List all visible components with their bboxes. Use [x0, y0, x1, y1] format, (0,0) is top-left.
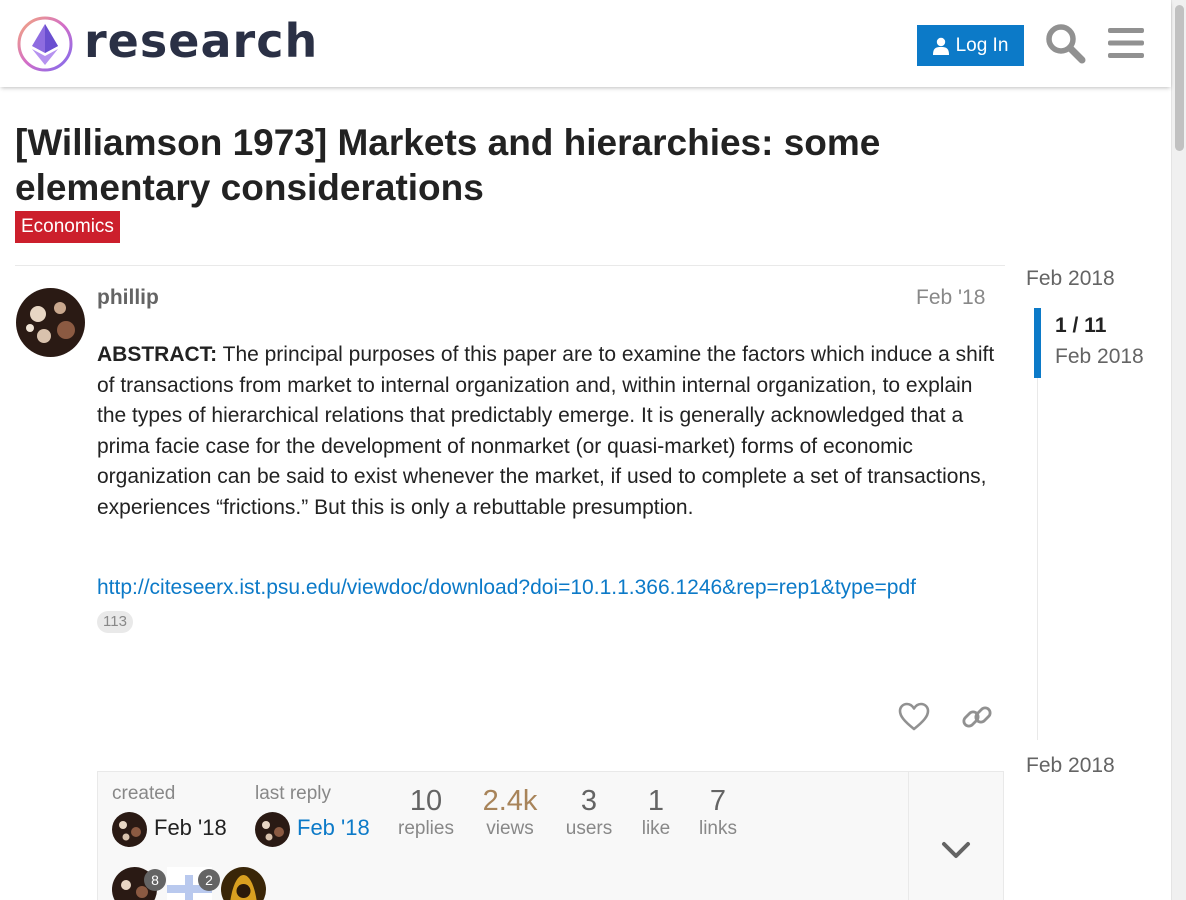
last-reply-date[interactable]: Feb '18 — [297, 815, 370, 841]
timeline-handle[interactable] — [1034, 308, 1041, 378]
abstract-text: The principal purposes of this paper are… — [97, 343, 995, 519]
category-badge[interactable]: Economics — [15, 211, 120, 243]
site-name[interactable]: research — [84, 14, 318, 68]
stat-value: 3 — [580, 785, 598, 817]
avatar[interactable] — [112, 812, 147, 847]
timeline-start-date[interactable]: Feb 2018 — [1026, 267, 1115, 291]
timeline-current-date: Feb 2018 — [1055, 345, 1144, 368]
topic-map: created Feb '18 last reply Feb '18 10 re… — [97, 771, 1004, 900]
avatar[interactable] — [255, 812, 290, 847]
heart-icon[interactable] — [898, 701, 930, 733]
stat-value: 10 — [409, 785, 443, 817]
post-date[interactable]: Feb '18 — [916, 286, 985, 310]
scrollbar-thumb[interactable] — [1175, 5, 1184, 151]
participant-post-count: 8 — [144, 869, 166, 891]
link-click-count: 113 — [97, 611, 133, 633]
site-header: research Log In — [0, 0, 1171, 87]
stat-value: 1 — [647, 785, 665, 817]
user-icon — [932, 37, 949, 55]
stat-label: views — [486, 818, 534, 839]
topic-title[interactable]: [Williamson 1973] Markets and hierarchie… — [15, 120, 1005, 210]
stat-value: 2.4k — [482, 785, 538, 817]
paper-link[interactable]: http://citeseerx.ist.psu.edu/viewdoc/dow… — [97, 576, 916, 600]
stat-likes: 1 like — [628, 785, 684, 841]
created-date: Feb '18 — [154, 815, 227, 840]
topic-map-separator — [908, 772, 909, 900]
abstract-label: ABSTRACT: — [97, 343, 218, 366]
stat-label: like — [641, 818, 671, 839]
last-reply-label: last reply — [255, 783, 332, 804]
stat-users: 3 users — [556, 785, 622, 841]
timeline-end-date[interactable]: Feb 2018 — [1026, 754, 1115, 778]
stat-views: 2.4k views — [472, 785, 548, 841]
hamburger-menu-icon[interactable] — [1105, 22, 1147, 64]
search-icon[interactable] — [1044, 22, 1086, 64]
site-logo[interactable] — [16, 15, 74, 73]
stat-links[interactable]: 7 links — [690, 785, 746, 841]
post-username[interactable]: phillip — [97, 286, 159, 310]
stat-replies: 10 replies — [388, 785, 464, 841]
chevron-down-icon[interactable] — [938, 832, 974, 868]
login-button[interactable]: Log In — [917, 25, 1024, 66]
link-icon[interactable] — [961, 701, 993, 733]
stat-label: links — [698, 818, 737, 839]
timeline-position: 1 / 11 — [1055, 314, 1107, 337]
created-label: created — [112, 783, 176, 804]
page-scrollbar[interactable] — [1171, 0, 1186, 900]
post-body: ABSTRACT: The principal purposes of this… — [97, 340, 997, 523]
participant-post-count: 2 — [198, 869, 220, 891]
stat-label: users — [565, 818, 613, 839]
participant-avatar[interactable] — [221, 867, 266, 900]
stat-value: 7 — [709, 785, 727, 817]
avatar[interactable] — [16, 288, 85, 357]
title-divider — [15, 265, 1005, 266]
login-label: Log In — [955, 34, 1009, 56]
stat-label: replies — [398, 818, 454, 839]
